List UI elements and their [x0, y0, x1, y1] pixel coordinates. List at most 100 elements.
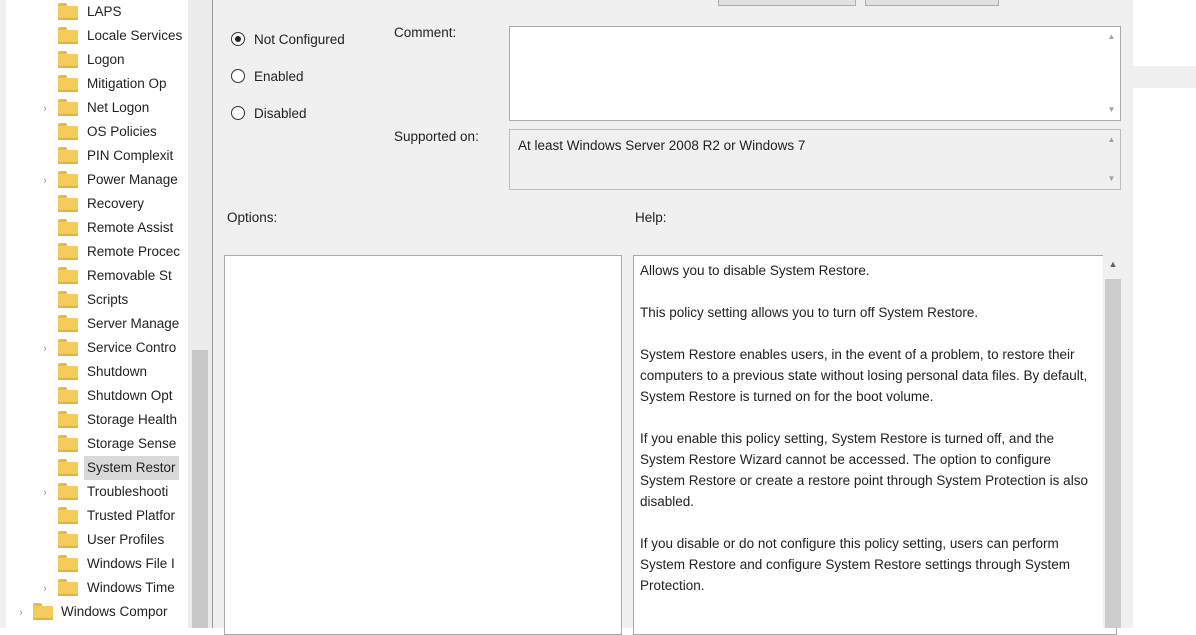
help-label: Help:: [635, 210, 667, 225]
arrow-down-icon[interactable]: ▼: [1103, 171, 1120, 187]
tree-item[interactable]: Recovery: [0, 192, 188, 216]
radio-circle[interactable]: [231, 32, 245, 46]
help-scrollbar-thumb[interactable]: [1105, 279, 1121, 628]
tree-item-label: Power Manage: [87, 172, 178, 187]
tree-item-label: Windows File I: [87, 556, 175, 571]
chevron-right-icon[interactable]: ›: [40, 480, 50, 504]
radio-circle[interactable]: [231, 106, 245, 120]
tree-item[interactable]: PIN Complexit: [0, 144, 188, 168]
folder-icon: [58, 243, 78, 260]
tree-item[interactable]: Logon: [0, 48, 188, 72]
tree-item-label: Logon: [87, 52, 125, 67]
folder-icon: [58, 507, 78, 524]
tree-item[interactable]: System Restor: [0, 456, 188, 480]
help-paragraph: This policy setting allows you to turn o…: [640, 305, 979, 320]
tree-item[interactable]: › Service Contro: [0, 336, 188, 360]
comment-textarea[interactable]: ▲ ▼: [509, 26, 1121, 121]
background-row: [1133, 66, 1196, 88]
tree-item[interactable]: › Troubleshooti: [0, 480, 188, 504]
help-pane: Allows you to disable System Restore. Th…: [633, 255, 1117, 635]
arrow-up-icon[interactable]: ▲: [1103, 259, 1123, 269]
tree-item[interactable]: › Windows Time: [0, 576, 188, 600]
help-paragraph: If you disable or do not configure this …: [640, 536, 1070, 593]
radio-label: Enabled: [254, 69, 304, 84]
folder-icon: [58, 123, 78, 140]
help-scrollbar[interactable]: ▲: [1103, 255, 1123, 628]
tree-item[interactable]: Storage Sense: [0, 432, 188, 456]
folder-icon: [58, 195, 78, 212]
folder-icon: [58, 27, 78, 44]
tree-item-label: Shutdown Opt: [87, 388, 173, 403]
folder-icon: [58, 555, 78, 572]
folder-icon: [58, 75, 78, 92]
folder-icon: [58, 531, 78, 548]
tree-item[interactable]: › Windows Compor: [0, 600, 188, 624]
folder-icon: [58, 171, 78, 188]
supported-on-label: Supported on:: [394, 129, 479, 144]
arrow-up-icon[interactable]: ▲: [1103, 132, 1120, 148]
previous-setting-button[interactable]: [718, 0, 856, 6]
chevron-right-icon[interactable]: ›: [16, 600, 26, 624]
folder-icon: [58, 147, 78, 164]
tree-item[interactable]: Shutdown Opt: [0, 384, 188, 408]
tree-item[interactable]: Locale Services: [0, 24, 188, 48]
folder-icon: [58, 339, 78, 356]
tree-item-label: Storage Health: [87, 412, 178, 427]
supported-scrollbar[interactable]: ▲ ▼: [1103, 130, 1120, 189]
folder-icon: [58, 219, 78, 236]
tree-item-label: System Restor: [84, 456, 179, 480]
tree-item[interactable]: › Net Logon: [0, 96, 188, 120]
tree-item[interactable]: Scripts: [0, 288, 188, 312]
tree-item[interactable]: Shutdown: [0, 360, 188, 384]
background-window-area: [1133, 0, 1196, 628]
tree-item-label: Windows Time: [87, 580, 175, 595]
help-paragraph: System Restore enables users, in the eve…: [640, 347, 1088, 404]
policy-tree-panel: LAPS Locale Services Logon Mitigation Op › Ne…: [0, 0, 212, 628]
tree-item[interactable]: › Power Manage: [0, 168, 188, 192]
tree-item[interactable]: Windows File I: [0, 552, 188, 576]
tree-item-label: Server Manage: [87, 316, 180, 331]
help-paragraph: If you enable this policy setting, Syste…: [640, 431, 1088, 509]
folder-icon: [58, 579, 78, 596]
supported-on-field: At least Windows Server 2008 R2 or Windo…: [509, 129, 1121, 190]
folder-icon: [58, 363, 78, 380]
tree-item-label: Trusted Platfor: [87, 508, 176, 523]
tree-item[interactable]: Mitigation Op: [0, 72, 188, 96]
policy-settings-dialog: Not Configured Enabled Disabled Comment:…: [212, 0, 1134, 635]
tree-item-label: PIN Complexit: [87, 148, 174, 163]
chevron-right-icon[interactable]: ›: [40, 96, 50, 120]
radio-circle[interactable]: [231, 69, 245, 83]
tree-item[interactable]: OS Policies: [0, 120, 188, 144]
folder-icon: [58, 291, 78, 308]
chevron-right-icon[interactable]: ›: [40, 168, 50, 192]
next-setting-button[interactable]: [865, 0, 999, 6]
tree-item[interactable]: LAPS: [0, 0, 188, 24]
help-paragraph: Allows you to disable System Restore.: [640, 263, 870, 278]
folder-icon: [58, 483, 78, 500]
tree-item-label: Troubleshooti: [87, 484, 169, 499]
tree-item-label: User Profiles: [87, 532, 165, 547]
tree-item[interactable]: Storage Health: [0, 408, 188, 432]
tree-item-label: Shutdown: [87, 364, 148, 379]
supported-on-value: At least Windows Server 2008 R2 or Windo…: [518, 138, 806, 153]
tree-item-label: LAPS: [87, 4, 122, 19]
chevron-right-icon[interactable]: ›: [40, 576, 50, 600]
tree-item[interactable]: Removable St: [0, 264, 188, 288]
radio-label: Disabled: [254, 106, 307, 121]
tree-scrollbar-thumb[interactable]: [192, 350, 208, 628]
arrow-down-icon[interactable]: ▼: [1103, 102, 1120, 118]
tree-item[interactable]: User Profiles: [0, 528, 188, 552]
tree-item-label: Net Logon: [87, 100, 150, 115]
tree-item[interactable]: Remote Procec: [0, 240, 188, 264]
comment-scrollbar[interactable]: ▲ ▼: [1103, 27, 1120, 120]
tree-item[interactable]: Trusted Platfor: [0, 504, 188, 528]
tree-item-label: Removable St: [87, 268, 172, 283]
tree-item[interactable]: Remote Assist: [0, 216, 188, 240]
tree-item[interactable]: Server Manage: [0, 312, 188, 336]
options-label: Options:: [227, 210, 278, 225]
help-text: Allows you to disable System Restore. Th…: [640, 260, 1096, 617]
tree-scrollbar[interactable]: [188, 0, 212, 628]
chevron-right-icon[interactable]: ›: [40, 336, 50, 360]
tree-item-label: Remote Procec: [87, 244, 181, 259]
arrow-up-icon[interactable]: ▲: [1103, 29, 1120, 45]
